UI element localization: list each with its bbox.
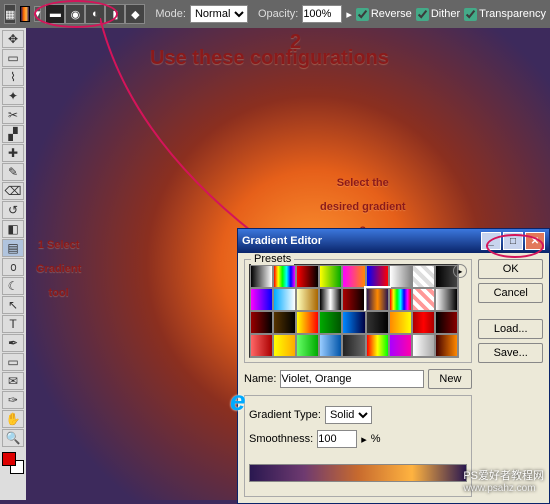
color-swatches[interactable] [2,452,24,474]
presets-fieldset: Presets ▸ [244,259,472,363]
dodge-tool[interactable]: ☾ [2,277,24,295]
preset-swatch[interactable] [273,334,296,357]
brush-tool[interactable]: ✎ [2,163,24,181]
preset-swatch[interactable] [273,288,296,311]
preset-swatch[interactable] [319,288,342,311]
opacity-arrow-icon[interactable]: ▸ [346,8,352,21]
opacity-label: Opacity: [258,8,298,20]
preset-swatch[interactable] [412,265,435,288]
name-input[interactable] [280,370,424,388]
preset-swatch[interactable] [250,334,273,357]
preset-swatch[interactable] [296,334,319,357]
preset-swatch[interactable] [250,288,273,311]
smooth-arrow-icon[interactable]: ▸ [361,433,367,446]
slice-tool[interactable]: ▞ [2,125,24,143]
color-stops[interactable] [249,482,467,492]
preset-swatch[interactable] [250,311,273,334]
presets-grid [249,264,459,358]
gradient-bar[interactable] [249,464,467,482]
gtype-select[interactable]: Solid [325,406,372,424]
preset-swatch[interactable] [319,311,342,334]
transparency-checkbox[interactable]: Transparency [464,8,546,21]
diamond-gradient-btn[interactable]: ◆ [125,4,145,24]
crop-tool[interactable]: ✂ [2,106,24,124]
blur-tool[interactable]: ൦ [2,258,24,276]
gradient-swatch[interactable] [20,6,29,22]
stamp-tool[interactable]: ⌫ [2,182,24,200]
marquee-tool[interactable]: ▭ [2,49,24,67]
heal-tool[interactable]: ✚ [2,144,24,162]
preset-swatch[interactable] [296,265,319,288]
mode-select[interactable]: Normal [190,5,248,23]
annotation-circle-1 [34,0,118,28]
smooth-label: Smoothness: [249,433,313,445]
preset-swatch[interactable] [389,288,412,311]
annotation-2: Use these configurations [150,46,389,70]
preset-swatch[interactable] [342,334,365,357]
preset-swatch[interactable] [366,311,389,334]
preset-swatch[interactable] [319,265,342,288]
preset-swatch[interactable] [366,334,389,357]
save-button[interactable]: Save... [478,343,543,363]
preset-swatch[interactable] [435,334,458,357]
tool-preset-picker[interactable]: ▦ [4,4,16,24]
opacity-stops[interactable] [249,448,467,458]
preset-swatch[interactable] [342,265,365,288]
dialog-title: Gradient Editor [242,235,322,247]
lasso-tool[interactable]: ⌇ [2,68,24,86]
preset-swatch[interactable] [366,265,389,288]
preset-swatch[interactable] [435,311,458,334]
history-brush-tool[interactable]: ↺ [2,201,24,219]
name-label: Name: [244,373,276,385]
hand-tool[interactable]: ✋ [2,410,24,428]
logo-e: e [230,385,246,417]
smooth-input[interactable] [317,430,357,448]
preset-swatch[interactable] [366,288,389,311]
preset-swatch[interactable] [319,334,342,357]
cancel-button[interactable]: Cancel [478,283,543,303]
gradient-settings: Gradient Type: Solid Smoothness: ▸ % [244,395,472,497]
gtype-label: Gradient Type: [249,409,321,421]
mode-label: Mode: [155,8,186,20]
preset-swatch[interactable] [412,288,435,311]
preset-swatch[interactable] [273,265,296,288]
new-button[interactable]: New [428,369,472,389]
opacity-input[interactable] [302,5,342,23]
preset-swatch[interactable] [389,265,412,288]
gradient-editor-dialog: Gradient Editor _ □ ✕ Presets ▸ Name: Ne… [237,228,550,504]
tool-palette: ✥ ▭ ⌇ ✦ ✂ ▞ ✚ ✎ ⌫ ↺ ◧ ▤ ൦ ☾ ↖ T ✒ ▭ ✉ ✑ … [0,28,26,500]
preset-swatch[interactable] [389,334,412,357]
presets-menu-icon[interactable]: ▸ [453,264,467,278]
reverse-checkbox[interactable]: Reverse [356,8,412,21]
preset-swatch[interactable] [342,288,365,311]
eraser-tool[interactable]: ◧ [2,220,24,238]
preset-swatch[interactable] [412,334,435,357]
load-button[interactable]: Load... [478,319,543,339]
preset-swatch[interactable] [412,311,435,334]
preset-swatch[interactable] [296,288,319,311]
gradient-tool[interactable]: ▤ [2,239,24,257]
annotation-1: 1 Select Gradient tool [36,230,81,302]
notes-tool[interactable]: ✉ [2,372,24,390]
percent-label: % [371,433,381,445]
pen-tool[interactable]: ✒ [2,334,24,352]
preset-swatch[interactable] [389,311,412,334]
zoom-tool[interactable]: 🔍 [2,429,24,447]
watermark: PS爱好者教程网 www.psahz.com [463,467,544,494]
preset-swatch[interactable] [273,311,296,334]
shape-tool[interactable]: ▭ [2,353,24,371]
preset-swatch[interactable] [250,265,273,288]
path-tool[interactable]: ↖ [2,296,24,314]
annotation-circle-ok [486,234,544,258]
preset-swatch[interactable] [435,288,458,311]
presets-label: Presets [251,253,294,265]
move-tool[interactable]: ✥ [2,30,24,48]
preset-swatch[interactable] [296,311,319,334]
type-tool[interactable]: T [2,315,24,333]
ok-button[interactable]: OK [478,259,543,279]
eyedropper-tool[interactable]: ✑ [2,391,24,409]
wand-tool[interactable]: ✦ [2,87,24,105]
preset-swatch[interactable] [342,311,365,334]
dither-checkbox[interactable]: Dither [416,8,460,21]
